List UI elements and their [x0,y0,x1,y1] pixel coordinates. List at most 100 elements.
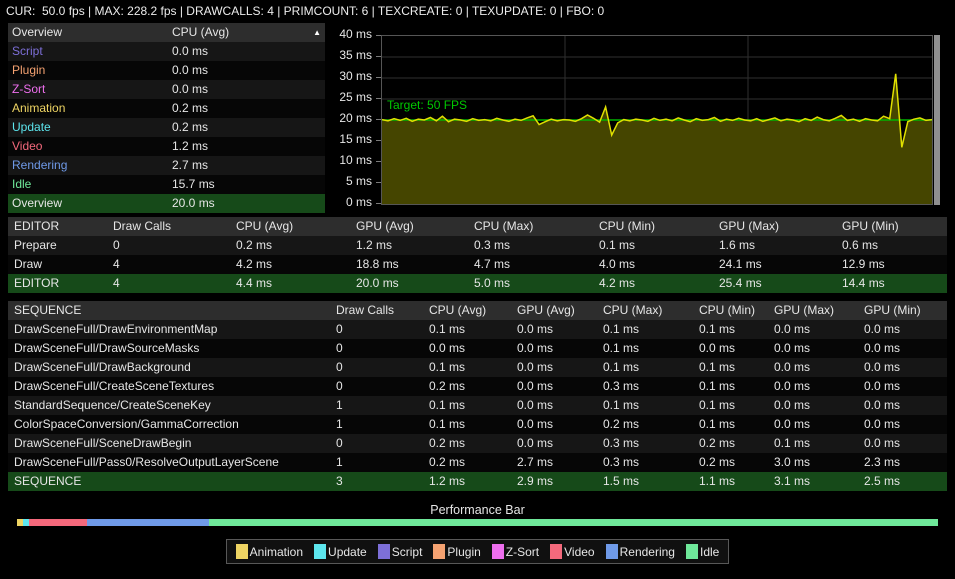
sequence-header-cell[interactable]: CPU (Avg) [423,301,511,320]
sequence-cell: 0.0 ms [858,358,947,377]
sequence-cell: 0.2 ms [423,377,511,396]
performance-bar-segment-idle [209,519,938,526]
sequence-summary-row[interactable]: SEQUENCE31.2 ms2.9 ms1.5 ms1.1 ms3.1 ms2… [8,472,947,491]
overview-row[interactable]: Z-Sort0.0 ms [8,80,325,99]
overview-header-row[interactable]: Overview CPU (Avg) ▲ [8,23,325,42]
editor-cell: 12.9 ms [836,255,947,274]
performance-bar-segment-rendering [87,519,209,526]
legend-item-animation: Animation [236,544,303,559]
sequence-header-cell[interactable]: SEQUENCE [8,301,330,320]
legend-item-label: Script [392,545,423,559]
frame-time-area [382,74,932,204]
editor-cell: 0.6 ms [836,236,947,255]
sequence-cell: 0.2 ms [693,434,768,453]
overview-row[interactable]: Update0.2 ms [8,118,325,137]
sequence-row[interactable]: DrawSceneFull/DrawSourceMasks00.0 ms0.0 … [8,339,947,358]
sequence-cell: 0.0 ms [511,377,597,396]
sequence-row[interactable]: DrawSceneFull/SceneDrawBegin00.2 ms0.0 m… [8,434,947,453]
editor-header-cell[interactable]: EDITOR [8,217,107,236]
sequence-cell: 2.7 ms [511,453,597,472]
editor-summary-row[interactable]: EDITOR44.4 ms20.0 ms5.0 ms4.2 ms25.4 ms1… [8,274,947,293]
overview-row[interactable]: Animation0.2 ms [8,99,325,118]
sequence-header-cell[interactable]: CPU (Min) [693,301,768,320]
editor-header-cell[interactable]: GPU (Avg) [350,217,468,236]
editor-header-cell[interactable]: ▲CPU (Max) [468,217,593,236]
legend-item-update: Update [314,544,367,559]
editor-cell: 1.6 ms [713,236,836,255]
editor-header-cell[interactable]: Draw Calls [107,217,230,236]
sequence-header-cell[interactable]: Draw Calls [330,301,423,320]
editor-row[interactable]: Prepare00.2 ms1.2 ms0.3 ms0.1 ms1.6 ms0.… [8,236,947,255]
sequence-cell: DrawSceneFull/DrawSourceMasks [8,339,330,358]
editor-header-row: EDITORDraw CallsCPU (Avg)GPU (Avg)▲CPU (… [8,217,947,236]
editor-cell: 4.7 ms [468,255,593,274]
performance-bar-title: Performance Bar [0,503,955,517]
sort-ascending-icon[interactable]: ▲ [313,23,321,42]
performance-bar [17,519,938,526]
overview-summary-label: Overview [8,194,168,213]
sequence-summary-cell: 1.2 ms [423,472,511,491]
editor-row[interactable]: Draw44.2 ms18.8 ms4.7 ms4.0 ms24.1 ms12.… [8,255,947,274]
legend-swatch-icon [314,544,326,559]
sequence-cell: 0.0 ms [858,339,947,358]
chart-plot-area [381,35,933,205]
sequence-cell: 0.1 ms [423,358,511,377]
sequence-cell: 0.0 ms [511,358,597,377]
chart-y-tick-label: 40 ms [330,27,372,41]
editor-header-cell[interactable]: CPU (Min) [593,217,713,236]
editor-header-cell[interactable]: CPU (Avg) [230,217,350,236]
overview-row[interactable]: Plugin0.0 ms [8,61,325,80]
overview-header-title[interactable]: Overview [8,23,168,42]
sequence-cell: 0.0 ms [858,415,947,434]
overview-summary-value: 20.0 ms [168,194,325,213]
sequence-cell: 0.0 ms [858,320,947,339]
overview-row[interactable]: Rendering2.7 ms [8,156,325,175]
editor-cell: 0.2 ms [230,236,350,255]
sequence-cell: 0.1 ms [423,320,511,339]
overview-row[interactable]: Idle15.7 ms [8,175,325,194]
sequence-header-cell[interactable]: ▲CPU (Max) [597,301,693,320]
sequence-cell: 0.0 ms [511,339,597,358]
sequence-row[interactable]: ColorSpaceConversion/GammaCorrection10.1… [8,415,947,434]
overview-row[interactable]: Video1.2 ms [8,137,325,156]
sequence-cell: 0 [330,434,423,453]
overview-header-cpu-avg[interactable]: CPU (Avg) [168,23,325,42]
sequence-cell: DrawSceneFull/DrawBackground [8,358,330,377]
sequence-table: SEQUENCEDraw CallsCPU (Avg)GPU (Avg)▲CPU… [8,301,947,491]
sequence-cell: DrawSceneFull/Pass0/ResolveOutputLayerSc… [8,453,330,472]
sequence-cell: DrawSceneFull/CreateSceneTextures [8,377,330,396]
sequence-cell: 0.0 ms [511,434,597,453]
sequence-row[interactable]: DrawSceneFull/CreateSceneTextures00.2 ms… [8,377,947,396]
legend-swatch-icon [550,544,562,559]
overview-summary-row[interactable]: Overview 20.0 ms [8,194,325,213]
overview-row-value: 0.2 ms [168,99,325,118]
sequence-header-cell[interactable]: GPU (Avg) [511,301,597,320]
chart-scrollbar[interactable] [934,35,940,205]
sequence-cell: 0.0 ms [768,377,858,396]
target-fps-label: Target: 50 FPS [387,98,467,112]
overview-row-value: 0.2 ms [168,118,325,137]
editor-header-cell[interactable]: GPU (Max) [713,217,836,236]
sequence-cell: 0.1 ms [693,377,768,396]
sequence-cell: 0.0 ms [768,358,858,377]
sequence-cell: 0.1 ms [693,415,768,434]
editor-header-cell[interactable]: GPU (Min) [836,217,947,236]
chart-y-tick-label: 35 ms [330,48,372,62]
sequence-header-row: SEQUENCEDraw CallsCPU (Avg)GPU (Avg)▲CPU… [8,301,947,320]
sequence-cell: 0.2 ms [423,434,511,453]
sequence-header-cell[interactable]: GPU (Min) [858,301,947,320]
chart-y-tick-label: 15 ms [330,132,372,146]
sequence-cell: 0.0 ms [511,320,597,339]
sequence-row[interactable]: DrawSceneFull/DrawEnvironmentMap00.1 ms0… [8,320,947,339]
editor-summary-cell: 20.0 ms [350,274,468,293]
legend-item-label: Z-Sort [506,545,539,559]
sequence-header-cell[interactable]: GPU (Max) [768,301,858,320]
sequence-cell: 0.0 ms [858,396,947,415]
sequence-cell: 0.3 ms [597,377,693,396]
overview-row[interactable]: Script0.0 ms [8,42,325,61]
sequence-row[interactable]: StandardSequence/CreateSceneKey10.1 ms0.… [8,396,947,415]
sequence-cell: 0.0 ms [768,339,858,358]
sequence-row[interactable]: DrawSceneFull/Pass0/ResolveOutputLayerSc… [8,453,947,472]
sequence-row[interactable]: DrawSceneFull/DrawBackground00.1 ms0.0 m… [8,358,947,377]
editor-summary-cell: 4.4 ms [230,274,350,293]
